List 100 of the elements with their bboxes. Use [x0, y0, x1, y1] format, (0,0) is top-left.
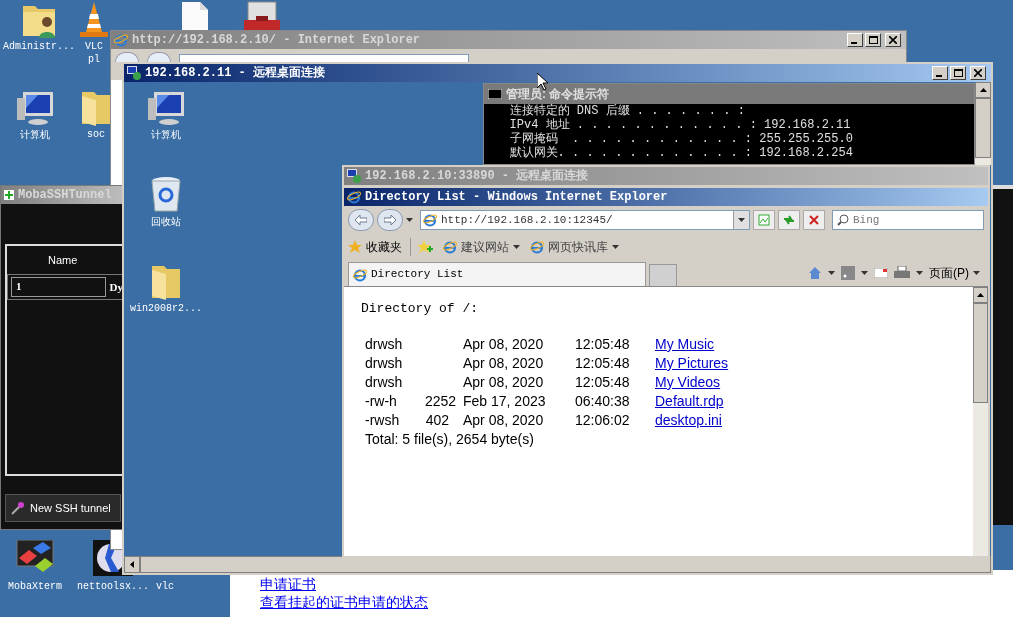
icon-label: VLC	[85, 40, 103, 53]
window-title: 192.168.2.11 - 远程桌面连接	[145, 64, 326, 82]
search-field[interactable]: Bing	[832, 210, 984, 230]
scroll-thumb[interactable]	[975, 98, 991, 158]
file-link[interactable]: My Pictures	[655, 352, 729, 374]
address-field[interactable]: http://192.168.2.10:12345/	[420, 210, 750, 230]
scroll-left-icon	[130, 561, 134, 568]
file-size: 402	[425, 411, 449, 428]
file-time: 12:05:48	[575, 372, 631, 392]
file-time: 12:05:48	[575, 353, 631, 373]
close-icon	[889, 36, 897, 44]
forward-button[interactable]	[377, 209, 403, 231]
add-favorite-icon	[417, 240, 433, 254]
star-icon	[348, 240, 362, 254]
close-button[interactable]	[970, 66, 986, 80]
maximize-button[interactable]	[865, 33, 881, 47]
file-link[interactable]: desktop.ini	[655, 409, 722, 431]
console-line: 连接特定的 DNS 后缀 . . . . . . . :	[508, 104, 746, 118]
caret-icon	[513, 245, 520, 249]
scroll-up-icon	[977, 293, 984, 297]
favorite-link[interactable]: 建议网站	[443, 238, 520, 256]
file-attributes: -rwsh	[365, 410, 401, 430]
table-cell: 1	[11, 277, 106, 297]
file-time: 12:05:48	[575, 334, 631, 354]
scroll-thumb[interactable]	[973, 303, 988, 403]
home-icon	[808, 266, 822, 280]
remote-desktop-icon	[347, 169, 361, 183]
icon-label: vlc	[156, 580, 174, 593]
page-menu-button[interactable]: 页面(P)	[929, 264, 980, 282]
tunnel-icon	[4, 190, 14, 200]
browser-tab[interactable]: Directory List	[348, 262, 646, 286]
caret-icon	[738, 218, 745, 222]
file-size: 2252	[425, 392, 457, 409]
favorites-button[interactable]: 收藏夹	[348, 238, 411, 256]
window-title: 管理员: 命令提示符	[506, 86, 610, 103]
icon-label: 计算机	[20, 128, 50, 141]
link[interactable]: 申请证书	[260, 576, 1013, 592]
browser-logo-icon	[353, 267, 367, 282]
vertical-scrollbar[interactable]	[975, 82, 991, 165]
caret-icon	[973, 271, 980, 275]
maximize-icon	[868, 36, 878, 44]
close-icon	[809, 215, 819, 225]
link[interactable]: 查看挂起的证书申请的状态	[260, 594, 1013, 610]
caret-icon	[861, 271, 868, 275]
file-time: 12:06:02	[575, 410, 631, 430]
close-icon	[974, 69, 982, 77]
minimize-button[interactable]	[847, 33, 863, 47]
window-title: http://192.168.2.10/ - Internet Explorer	[132, 32, 421, 49]
forward-arrow-icon	[384, 215, 396, 225]
file-date: Apr 08, 2020	[463, 410, 545, 430]
horizontal-scrollbar[interactable]	[124, 556, 991, 573]
new-tab-button[interactable]	[649, 264, 677, 286]
remote-desktop-icon	[127, 66, 141, 80]
address-field[interactable]	[179, 54, 469, 62]
browser-logo-icon	[423, 213, 437, 227]
back-arrow-icon	[355, 215, 367, 225]
printer-icon	[894, 266, 910, 280]
minimize-button[interactable]	[932, 66, 948, 80]
favorite-link[interactable]: 网页快讯库	[530, 238, 619, 256]
back-button[interactable]	[348, 209, 374, 231]
browser-logo-icon	[530, 240, 544, 254]
column-header: Name	[47, 252, 79, 268]
dropdown-button[interactable]	[733, 211, 749, 229]
icon-label: 计算机	[151, 128, 181, 141]
stop-button[interactable]	[803, 210, 825, 230]
search-icon	[837, 214, 849, 226]
file-attributes: -rw-h	[365, 391, 398, 411]
new-tunnel-button[interactable]: New SSH tunnel	[5, 494, 121, 522]
caret-icon	[406, 218, 413, 222]
file-date: Apr 08, 2020	[463, 353, 545, 373]
icon-label: pl	[88, 53, 100, 66]
console-line: 默认网关. . . . . . . . . . . . . : 192.168.2.254	[508, 146, 854, 160]
file-date: Apr 08, 2020	[463, 334, 545, 354]
icon-label: nettoolsx...	[77, 580, 149, 593]
magic-wand-icon	[10, 500, 26, 516]
caret-icon	[612, 245, 619, 249]
maximize-icon	[953, 69, 963, 77]
icon-label: Administr...	[3, 40, 75, 53]
window-title: Directory List - Windows Internet Explorer	[365, 189, 668, 206]
file-date: Apr 08, 2020	[463, 372, 545, 392]
scroll-up-icon	[979, 88, 987, 92]
icon-label: 回收站	[151, 215, 181, 228]
icon-label: MobaXterm	[8, 580, 62, 593]
rss-feed-icon	[841, 266, 855, 280]
close-button[interactable]	[885, 33, 901, 47]
file-date: Feb 17, 2023	[463, 391, 547, 411]
file-link[interactable]: My Videos	[655, 371, 721, 393]
file-link[interactable]: Default.rdp	[655, 390, 724, 412]
file-attributes: drwsh	[365, 353, 404, 373]
table-cell-text: Dy	[109, 279, 123, 295]
refresh-button[interactable]	[778, 210, 800, 230]
window-title: 192.168.2.10:33890 - 远程桌面连接	[365, 167, 589, 185]
caret-icon	[916, 271, 923, 275]
maximize-button[interactable]	[950, 66, 966, 80]
file-link[interactable]: My Music	[655, 333, 715, 355]
browser-logo-icon	[443, 240, 457, 254]
vertical-scrollbar[interactable]	[973, 287, 988, 556]
total-summary: Total: 5 file(s), 2654 byte(s)	[364, 429, 535, 449]
address-text: http://192.168.2.10:12345/	[441, 212, 613, 228]
mail-icon	[874, 268, 888, 278]
